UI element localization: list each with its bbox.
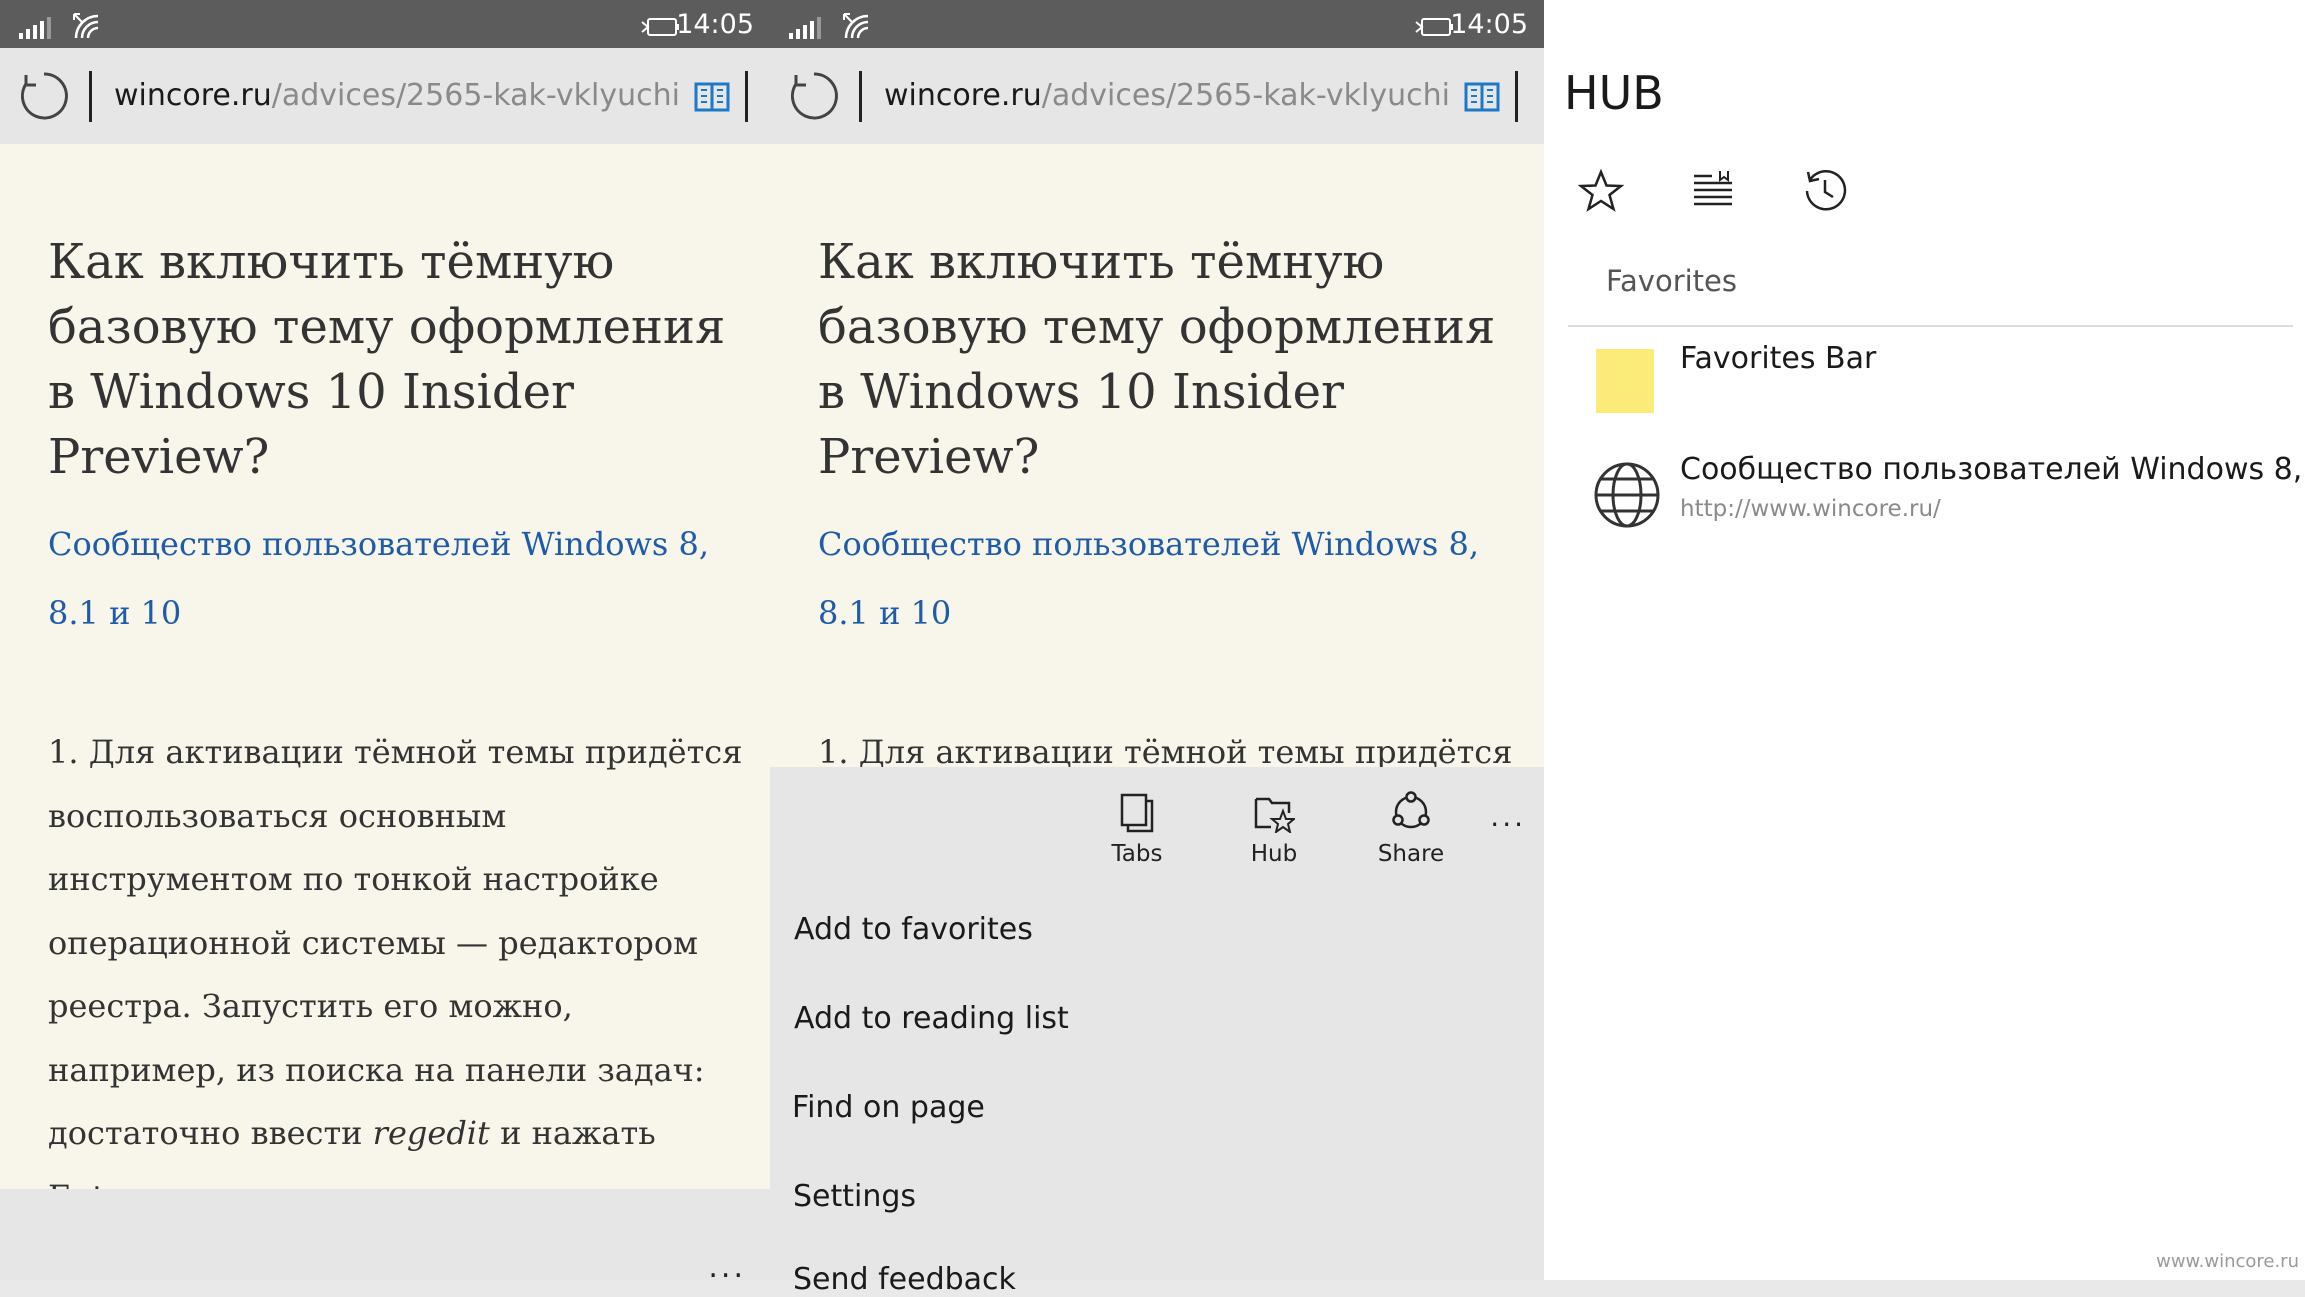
reading-view-article: Как включить тёмную базовую тему оформле… (0, 144, 770, 1216)
menu-item-add-to-favorites[interactable]: Add to favorites (794, 912, 1033, 947)
hub-button[interactable]: Hub (1219, 791, 1329, 867)
url-path: /advices/2565-kak-vklyuchit-temnuyu (271, 78, 680, 113)
wifi-icon (843, 13, 869, 39)
article-source-link[interactable]: Сообщество пользователей Windows 8, 8.1 … (818, 510, 1508, 648)
article-title: Как включить тёмную базовую тему оформле… (48, 234, 726, 485)
history-icon[interactable] (1802, 168, 1848, 214)
favorites-star-icon[interactable] (1578, 168, 1624, 214)
folder-icon (1596, 349, 1654, 413)
address-bar: wincore.ru/advices/2565-kak-vklyuchit-te… (0, 48, 770, 144)
address-bar: wincore.ru/advices/2565-kak-vklyuchit-te… (770, 48, 1544, 144)
hub-section-title: Favorites (1606, 264, 1737, 298)
url-host: wincore.ru (114, 78, 272, 113)
reading-view-icon[interactable] (692, 76, 732, 116)
menu-item-settings[interactable]: Settings (793, 1179, 916, 1214)
favorite-item-title[interactable]: Favorites Bar (1680, 341, 1876, 376)
status-time: 14:05 (676, 9, 754, 40)
favorite-item-url: http://www.wincore.ru/ (1680, 496, 1941, 522)
reading-view-icon[interactable] (1462, 76, 1502, 116)
hub-panel: HUB Favorites Favorites Bar Сообщество п… (1544, 0, 2305, 1280)
reading-list-icon[interactable] (1690, 168, 1736, 214)
url-path: /advices/2565-kak-vklyuchit-temnuyu (1041, 78, 1450, 113)
menu-item-find-on-page[interactable]: Find on page (792, 1090, 985, 1125)
signal-strength-icon (19, 17, 51, 39)
signal-strength-icon (789, 17, 821, 39)
favorite-item-title[interactable]: Сообщество пользователей Windows 8, 8.1 (1680, 452, 2305, 487)
watermark: www.wincore.ru (2156, 1251, 2299, 1272)
url-host: wincore.ru (884, 78, 1042, 113)
address-separator (1515, 71, 1518, 122)
status-time: 14:05 (1450, 9, 1528, 40)
battery-charging-icon (1415, 18, 1453, 36)
globe-icon (1594, 462, 1660, 528)
address-separator (89, 71, 92, 122)
menu-item-add-to-reading-list[interactable]: Add to reading list (794, 1001, 1069, 1036)
status-bar: 14:05 (770, 0, 1544, 48)
tabs-icon (1120, 793, 1154, 833)
more-menu: Tabs Hub Share ... Add to favorites Add … (770, 767, 1544, 1297)
share-icon (1392, 791, 1430, 829)
address-separator (745, 71, 748, 122)
share-button[interactable]: Share (1356, 791, 1466, 867)
section-divider (1568, 325, 2293, 327)
more-button[interactable]: ... (708, 1250, 746, 1280)
hub-title: HUB (1564, 66, 1664, 120)
article-body: 1. Для активации тёмной темы придётся во… (48, 733, 743, 1216)
address-separator (859, 71, 862, 122)
url-field[interactable]: wincore.ru/advices/2565-kak-vklyuchit-te… (884, 76, 1450, 116)
refresh-icon[interactable] (18, 70, 70, 122)
refresh-icon[interactable] (788, 70, 840, 122)
status-bar: 14:05 (0, 0, 770, 48)
article-title: Как включить тёмную базовую тему оформле… (818, 234, 1496, 485)
article-source-link[interactable]: Сообщество пользователей Windows 8, 8.1 … (48, 510, 738, 648)
bottom-app-bar (0, 1189, 770, 1280)
browser-pane-1: 14:05 wincore.ru/advices/2565-kak-vklyuc… (0, 0, 770, 1280)
wifi-icon (73, 13, 99, 39)
battery-charging-icon (641, 18, 679, 36)
more-button[interactable]: ... (1490, 800, 1526, 833)
url-field[interactable]: wincore.ru/advices/2565-kak-vklyuchit-te… (114, 76, 680, 116)
hub-icon (1254, 797, 1295, 833)
tabs-button[interactable]: Tabs (1082, 791, 1192, 867)
